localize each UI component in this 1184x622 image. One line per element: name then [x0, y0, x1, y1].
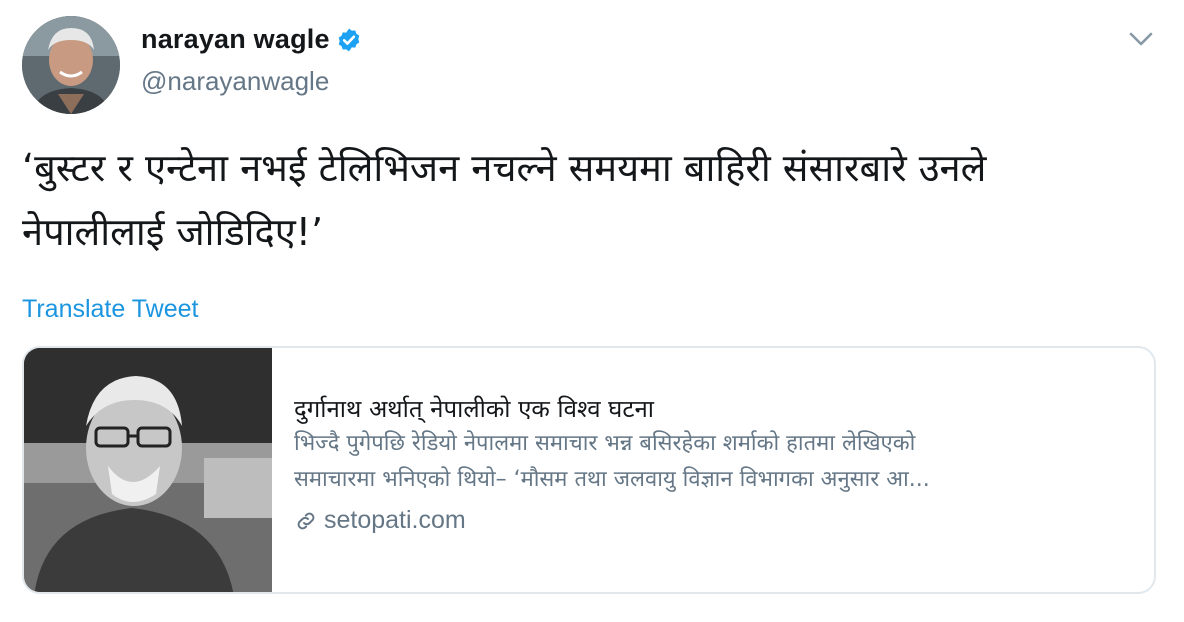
author-handle[interactable]: @narayanwagle: [141, 66, 329, 97]
avatar-image: [22, 16, 120, 114]
avatar[interactable]: [22, 16, 120, 114]
card-domain: setopati.com: [294, 506, 1154, 535]
card-description-line: समाचारमा भनिएको थियो– ‘मौसम तथा जलवायु व…: [294, 467, 930, 492]
link-preview-card[interactable]: दुर्गानाथ अर्थात् नेपालीको एक विश्व घटना…: [22, 346, 1156, 594]
tweet-text: ‘बुस्टर र एन्टेना नभई टेलिभिजन नचल्ने सम…: [22, 136, 1162, 264]
card-body: दुर्गानाथ अर्थात् नेपालीको एक विश्व घटना…: [272, 348, 1154, 592]
card-thumbnail: [24, 348, 272, 592]
translate-tweet-link[interactable]: Translate Tweet: [22, 295, 198, 324]
card-description: भिज्दै पुगेपछि रेडियो नेपालमा समाचार भन्…: [294, 426, 1136, 498]
link-icon: [297, 512, 315, 529]
author-name-row[interactable]: narayan wagle: [141, 24, 362, 55]
card-thumbnail-image: [24, 348, 272, 592]
chevron-down-icon[interactable]: [1128, 30, 1154, 48]
card-description-line: भिज्दै पुगेपछि रेडियो नेपालमा समाचार भन्…: [294, 431, 916, 456]
card-title: दुर्गानाथ अर्थात् नेपालीको एक विश्व घटना: [294, 395, 654, 423]
tweet-text-line: नेपालीलाई जोडिदिए!’: [22, 210, 324, 254]
author-name[interactable]: narayan wagle: [141, 24, 330, 55]
card-domain-text: setopati.com: [324, 506, 466, 534]
tweet-text-line: ‘बुस्टर र एन्टेना नभई टेलिभिजन नचल्ने सम…: [22, 146, 987, 190]
verified-badge-icon: [338, 28, 359, 51]
